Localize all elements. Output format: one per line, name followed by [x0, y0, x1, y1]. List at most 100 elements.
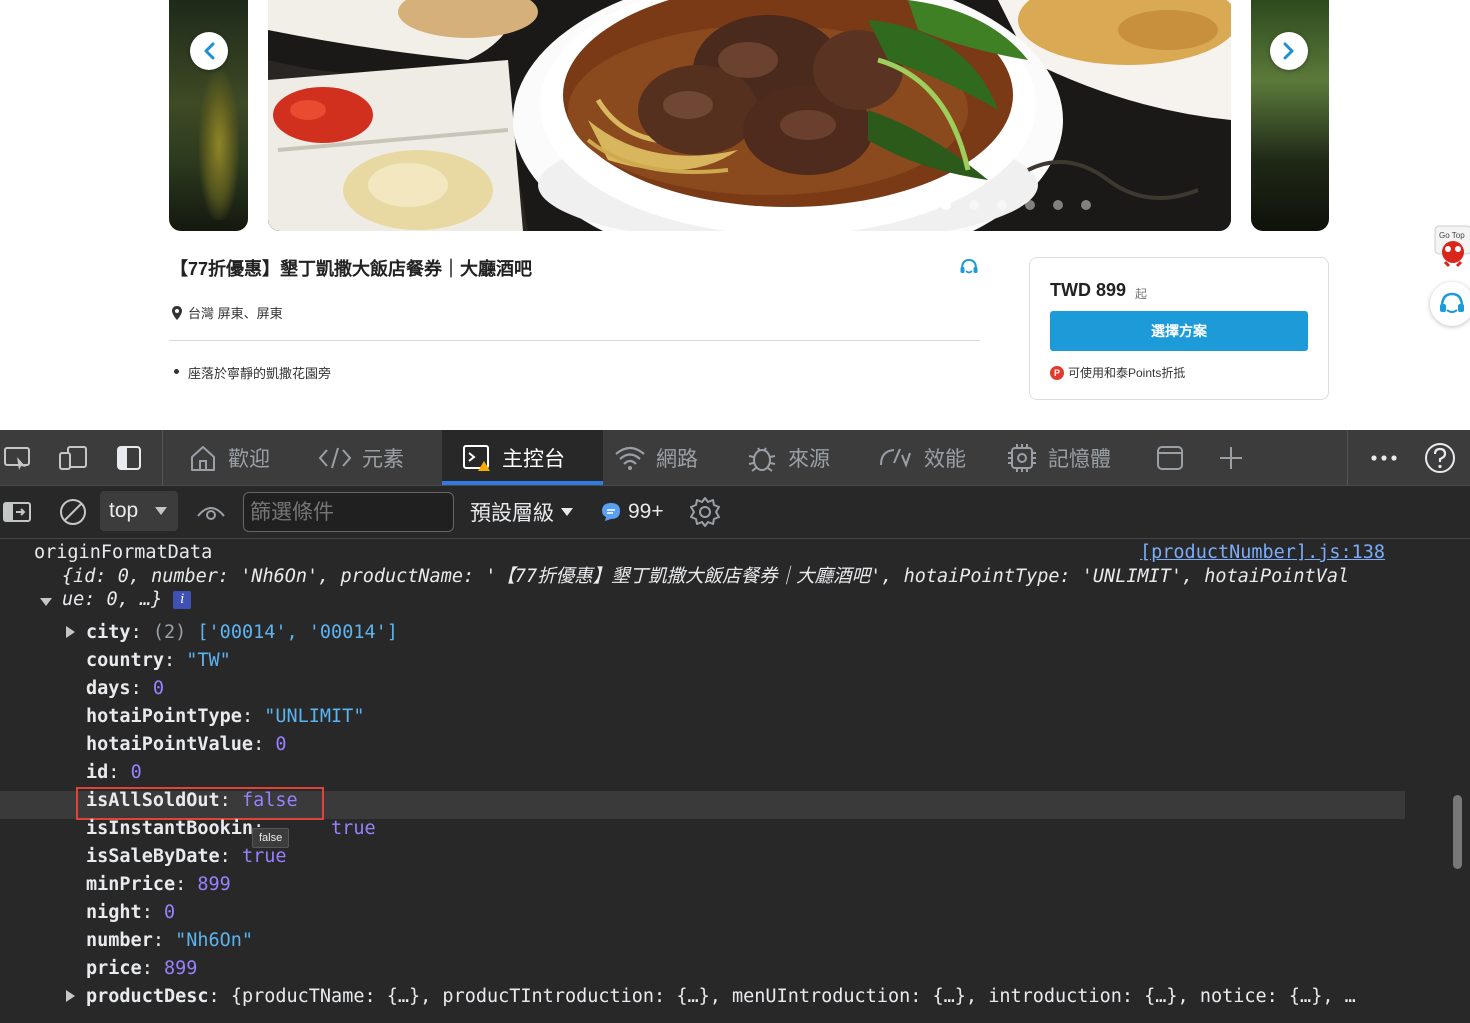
- prop-row[interactable]: hotaiPointType: "UNLIMIT": [86, 703, 364, 731]
- customer-service-icon[interactable]: [958, 256, 980, 278]
- prop-key: night: [86, 902, 142, 923]
- device-icon: [59, 445, 87, 470]
- prop-key: productDesc: [86, 986, 209, 1007]
- divider: [162, 430, 163, 485]
- prop-value: 0: [130, 762, 142, 783]
- prop-row[interactable]: isSaleByDate: true: [86, 843, 287, 871]
- expand-triangle-icon[interactable]: [66, 626, 75, 638]
- carousel-dot[interactable]: [1025, 200, 1035, 210]
- issues-counter[interactable]: 99+: [600, 492, 664, 532]
- dock-side-button[interactable]: [114, 430, 144, 485]
- prop-row[interactable]: number: "Nh6On": [86, 927, 253, 955]
- tab-sources[interactable]: 來源: [746, 430, 830, 485]
- choose-plan-button[interactable]: 選擇方案: [1050, 311, 1308, 351]
- help-icon: [1425, 442, 1455, 473]
- prop-value: 0: [163, 902, 176, 923]
- filter-input[interactable]: [243, 492, 454, 532]
- object-summary-text: {id: 0, number: 'Nh6On', productName: '【…: [62, 566, 1350, 587]
- info-icon[interactable]: i: [173, 591, 192, 609]
- beef-noodle-image: [268, 0, 1231, 231]
- carousel-dot[interactable]: [969, 200, 979, 210]
- show-sidebar-button[interactable]: [0, 484, 34, 539]
- inspect-icon: [4, 446, 30, 470]
- image-carousel[interactable]: [0, 0, 1470, 231]
- carousel-dot[interactable]: [997, 200, 1007, 210]
- home-icon: [191, 445, 215, 471]
- prop-value: 899: [197, 874, 231, 895]
- tab-welcome[interactable]: 歡迎: [188, 430, 280, 485]
- console-toolbar: top 預設層級 99+: [0, 486, 1470, 539]
- tab-performance[interactable]: 效能: [878, 430, 966, 485]
- bug-icon: [748, 446, 776, 472]
- prop-value: "TW": [186, 650, 231, 671]
- live-expression-button[interactable]: [194, 484, 228, 539]
- message-count: 99+: [628, 500, 664, 523]
- prop-row[interactable]: country: "TW": [86, 647, 231, 675]
- expand-triangle-icon[interactable]: [40, 598, 52, 606]
- context-selector[interactable]: top: [100, 491, 178, 531]
- prop-row[interactable]: productDesc: {producTName: {…}, producTI…: [86, 983, 1356, 1011]
- price-suffix: 起: [1135, 287, 1148, 301]
- carousel-dot[interactable]: [1081, 200, 1091, 210]
- help-button[interactable]: [1422, 430, 1458, 485]
- chevron-left-icon: [204, 42, 215, 60]
- points-note: P 可使用和泰Points折抵: [1050, 364, 1185, 381]
- console-icon: [463, 444, 490, 471]
- prop-row[interactable]: isInstantBookin: true: [86, 815, 376, 843]
- log-level-selector[interactable]: 預設層級: [470, 492, 574, 532]
- prop-row[interactable]: city: (2) ['00014', '00014']: [86, 619, 398, 647]
- devtools-tabbar: 歡迎 元素 主控台 網路 來源 效能 記憶體: [0, 430, 1470, 486]
- chevron-right-icon: [1283, 42, 1294, 60]
- source-link-text[interactable]: [productNumber].js:138: [1140, 542, 1385, 563]
- more-tools-button[interactable]: [1216, 430, 1246, 485]
- points-note-text: 可使用和泰Points折抵: [1068, 366, 1186, 380]
- prop-value: 0: [275, 734, 287, 755]
- prop-value: true: [241, 846, 287, 867]
- inspect-element-button[interactable]: [0, 430, 34, 485]
- carousel-dot[interactable]: [1053, 200, 1063, 210]
- plus-icon: [1220, 446, 1242, 469]
- sidebar-toggle-icon: [3, 501, 31, 522]
- prop-row[interactable]: price: 899: [86, 955, 197, 983]
- go-top-label: Go Top: [1439, 231, 1465, 240]
- feature-item: 座落於寧靜的凱撒花園旁: [173, 363, 331, 382]
- carousel-dot[interactable]: [941, 200, 951, 210]
- object-summary-line1[interactable]: {id: 0, number: 'Nh6On', productName: '【…: [62, 563, 1349, 591]
- prop-row[interactable]: night: 0: [86, 899, 175, 927]
- log-level-value: 預設層級: [470, 501, 554, 525]
- prop-key: country: [86, 650, 164, 671]
- go-top-button[interactable]: Go Top: [1433, 224, 1470, 268]
- device-toolbar-button[interactable]: [56, 430, 90, 485]
- prop-row[interactable]: id: 0: [86, 759, 142, 787]
- prop-row[interactable]: minPrice: 899: [86, 871, 231, 899]
- application-tab-button[interactable]: [1154, 430, 1186, 485]
- prop-row[interactable]: days: 0: [86, 675, 164, 703]
- divider: [169, 340, 980, 341]
- tab-elements[interactable]: 元素: [318, 430, 404, 485]
- more-horizontal-icon: [1371, 454, 1397, 461]
- prop-value: 0: [152, 678, 164, 699]
- clear-console-button[interactable]: [56, 484, 90, 539]
- carousel-prev-button[interactable]: [190, 32, 228, 70]
- prop-row[interactable]: hotaiPointValue: 0: [86, 731, 287, 759]
- tab-console[interactable]: 主控台: [442, 430, 603, 485]
- customize-button[interactable]: [1368, 430, 1400, 485]
- console-scrollbar[interactable]: [1453, 795, 1462, 869]
- prop-value: true: [331, 818, 376, 839]
- wifi-icon: [615, 446, 645, 470]
- gear-icon: [690, 496, 720, 527]
- price-card: TWD 899 起 選擇方案 P 可使用和泰Points折抵: [1029, 257, 1329, 400]
- tab-label: 來源: [788, 446, 830, 471]
- tab-memory[interactable]: 記憶體: [1006, 430, 1111, 485]
- console-output: originFormatData [productNumber].js:138 …: [0, 539, 1470, 1023]
- floating-service-button[interactable]: [1430, 282, 1470, 326]
- caret-down-icon: [561, 508, 573, 516]
- tab-label: 主控台: [502, 446, 565, 471]
- carousel-next-button[interactable]: [1270, 32, 1308, 70]
- tab-network[interactable]: 網路: [614, 430, 698, 485]
- product-location: 台灣 屏東、屏東: [170, 303, 283, 322]
- prop-value: ['00014', '00014']: [197, 622, 398, 643]
- chip-icon: [1008, 443, 1036, 472]
- console-settings-button[interactable]: [688, 484, 722, 539]
- expand-triangle-icon[interactable]: [66, 990, 75, 1002]
